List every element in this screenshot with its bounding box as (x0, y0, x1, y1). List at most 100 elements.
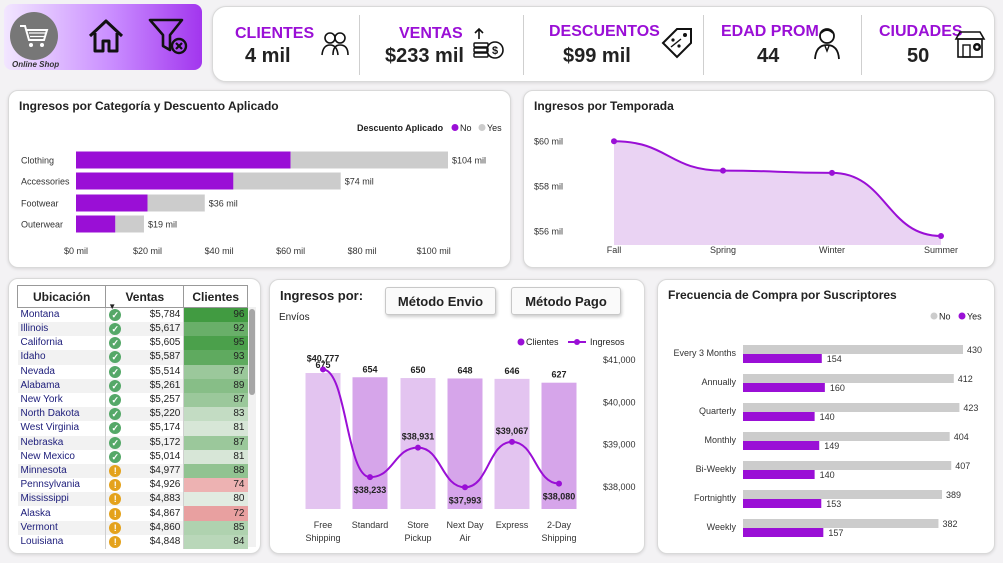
table-row[interactable]: North Dakota ✓ $5,220 83 (17, 407, 248, 422)
season-chart[interactable]: $56 mil $58 mil $60 mil Fall Spring Winter Sum… (524, 91, 996, 269)
table-row[interactable]: Vermont! $4,860 85 (17, 520, 248, 535)
check-icon: ✓ (109, 351, 122, 364)
category-chart[interactable]: Descuento Aplicado No Yes Clothing $104 mil A… (9, 91, 512, 269)
ingresos-point (367, 474, 373, 481)
kpi-label: EDAD PROM (721, 23, 819, 40)
ventas-cell: ! $4,883 (105, 492, 185, 507)
location-cell: Illinois (17, 322, 107, 337)
table-row[interactable]: Nevada ✓ $5,514 87 (17, 364, 248, 379)
kpi-label: CIUDADES (879, 23, 963, 40)
clientes-cell: 95 (183, 336, 248, 351)
season-point (938, 232, 944, 239)
category-label: Quarterly (699, 406, 737, 416)
table-row[interactable]: Idaho ✓ $5,587 93 (17, 350, 248, 365)
bar-clientes (305, 373, 341, 509)
ventas-cell: ✓ $5,220 (105, 407, 185, 422)
y-tick-label: $40,000 (603, 397, 636, 407)
clientes-cell: 72 (183, 506, 248, 521)
ventas-cell: ✓ $5,784 (105, 307, 185, 322)
bar-no (743, 432, 950, 441)
header-ubicacion[interactable]: Ubicación (16, 285, 107, 308)
clear-filter-button[interactable] (144, 12, 192, 60)
header-ventas[interactable]: Ventas ▼ (105, 285, 185, 311)
bar-no (76, 194, 148, 212)
header-clientes[interactable]: Clientes (183, 285, 248, 308)
location-cell: Pennsylvania (17, 478, 107, 493)
category-label: Fortnightly (694, 493, 737, 503)
location-cell: New York (17, 392, 107, 408)
x-tick-label: Shipping (541, 533, 576, 543)
clientes-cell: 81 (183, 421, 248, 436)
kpi-value: 4 mil (245, 45, 291, 67)
table-row[interactable]: Illinois ✓ $5,617 92 (17, 322, 248, 337)
season-area (614, 141, 941, 245)
x-tick-label: Free (314, 520, 333, 530)
table-row[interactable]: West Virginia ✓ $5,174 81 (17, 421, 248, 436)
table-scrollbar-track[interactable] (248, 307, 256, 547)
check-icon: ✓ (109, 450, 122, 463)
table-row[interactable]: Mississippi! $4,883 80 (17, 492, 248, 507)
frequency-chart[interactable]: No Yes Every 3 Months 430 154 Annually 412 160 Q… (658, 280, 996, 555)
clientes-cell: 87 (183, 435, 248, 450)
location-cell: Alabama (17, 378, 107, 393)
shipping-chart[interactable]: Clientes Ingresos $41,000 $40,000 $39,000 $38… (270, 280, 646, 555)
category-chart-card: Ingresos por Categoría y Descuento Aplic… (8, 90, 511, 268)
online-shop-button[interactable] (10, 12, 58, 60)
x-tick-label: Pickup (404, 533, 431, 543)
ventas-cell: ✓ $5,257 (105, 392, 185, 408)
bar-clientes-label: 650 (410, 365, 425, 375)
bar-no-label: 412 (958, 374, 973, 384)
kpi-value: 44 (757, 45, 780, 67)
bar-no (743, 403, 960, 412)
ingresos-label: $40,777 (307, 353, 340, 363)
bar-no (743, 345, 963, 354)
location-cell: Idaho (17, 350, 107, 365)
table-row[interactable]: Pennsylvania! $4,926 74 (17, 478, 248, 493)
bar-yes-label: 160 (830, 383, 845, 393)
warning-icon: ! (109, 507, 122, 520)
table-row[interactable]: Nebraska ✓ $5,172 87 (17, 435, 248, 450)
table-row[interactable]: Alabama ✓ $5,261 89 (17, 378, 248, 393)
location-table-body: Montana ✓ $5,784 96 Illinois ✓ $5,617 92 Califor… (17, 307, 248, 549)
kpi-bar: CLIENTES 4 mil VENTAS $233 mil $ DESCUEN… (212, 6, 995, 82)
svg-text:$: $ (492, 45, 498, 57)
ventas-value: $5,784 (149, 309, 181, 320)
clientes-cell: 80 (183, 492, 248, 507)
ventas-value: $4,867 (149, 507, 181, 519)
table-scrollbar-thumb[interactable] (249, 309, 255, 395)
home-button[interactable] (82, 12, 130, 60)
table-row[interactable]: California ✓ $5,605 95 (17, 336, 248, 351)
check-icon: ✓ (109, 337, 122, 350)
category-label: Outerwear (21, 220, 63, 230)
table-row[interactable]: Louisiana! $4,848 84 (17, 534, 248, 549)
bar-clientes-label: 646 (504, 366, 519, 376)
clear-filter-icon (148, 18, 188, 55)
table-row[interactable]: Alaska! $4,867 72 (17, 506, 248, 521)
kpi-label: CLIENTES (235, 25, 315, 42)
kpi-divider (523, 15, 524, 75)
table-row[interactable]: Minnesota! $4,977 88 (17, 463, 248, 479)
legend-label-ingresos: Ingresos (590, 337, 625, 347)
table-row[interactable]: New York ✓ $5,257 87 (17, 392, 248, 408)
table-row[interactable]: Montana ✓ $5,784 96 (17, 307, 248, 322)
bar-no-label: 430 (967, 345, 982, 355)
kpi-value: $99 mil (563, 45, 631, 67)
kpi-divider (861, 15, 862, 75)
bar-yes-label: 157 (828, 528, 843, 538)
table-row[interactable]: New Mexico ✓ $5,014 81 (17, 449, 248, 464)
header-ventas-label: Ventas (125, 289, 165, 304)
frequency-chart-card: Frecuencia de Compra por Suscriptores No… (657, 279, 995, 554)
bar-clientes (400, 378, 436, 509)
clientes-cell: 92 (183, 322, 248, 337)
ventas-value: $5,514 (149, 365, 181, 377)
season-point (720, 167, 726, 174)
check-icon: ✓ (109, 436, 122, 449)
bar-yes (147, 194, 205, 212)
legend-label-no: No (939, 312, 951, 322)
ventas-cell: ✓ $5,587 (105, 350, 185, 365)
location-cell: Minnesota (17, 463, 107, 479)
ventas-value: $5,587 (149, 351, 181, 363)
bar-no (76, 172, 234, 190)
ventas-cell: ✓ $5,172 (105, 435, 185, 450)
kpi-clientes: CLIENTES 4 mil (223, 7, 363, 83)
